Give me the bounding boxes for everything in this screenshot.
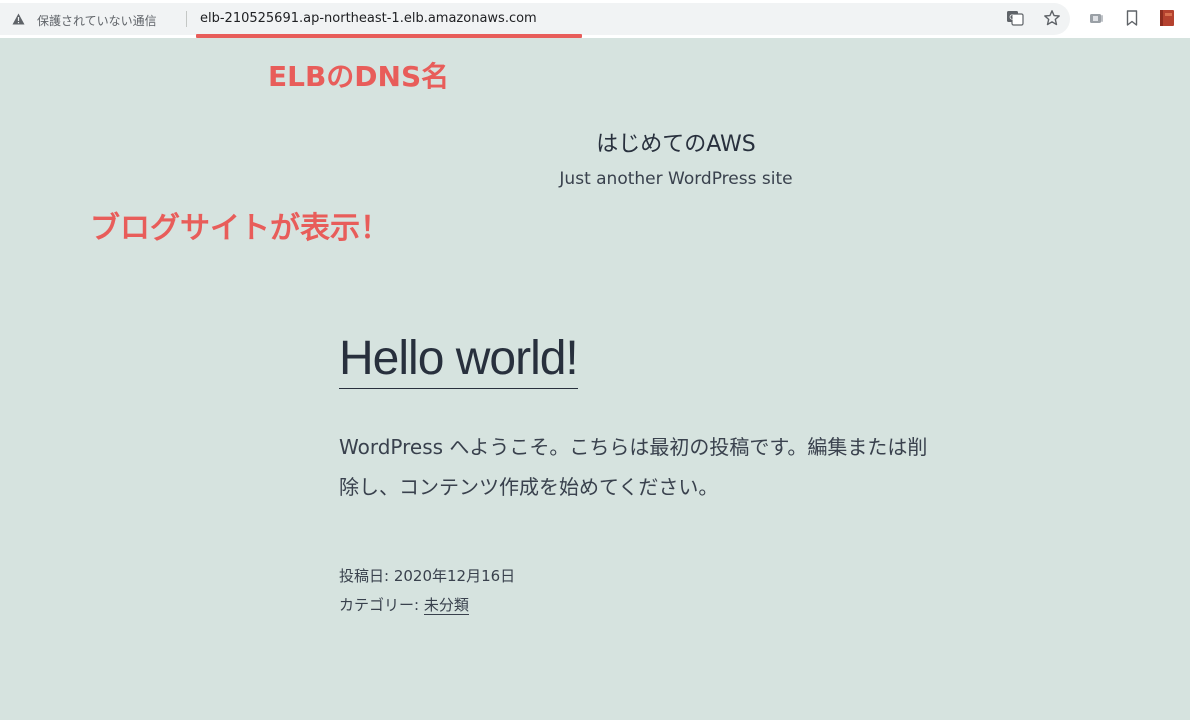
category-label: カテゴリー:	[339, 596, 424, 614]
category-link[interactable]: 未分類	[423, 596, 469, 615]
post-content: WordPress へようこそ。こちらは最初の投稿です。編集または削 除し、コン…	[339, 427, 1009, 507]
bookmark-icon[interactable]	[1123, 9, 1141, 27]
svg-text:G: G	[1009, 14, 1014, 22]
security-status-label[interactable]: 保護されていない通信	[37, 12, 157, 29]
star-icon[interactable]	[1043, 9, 1061, 27]
post-content-line-2: 除し、コンテンツ作成を始めてください。	[339, 475, 719, 499]
url-text[interactable]: elb-210525691.ap-northeast-1.elb.amazona…	[200, 11, 537, 26]
posted-on: 投稿日: 2020年12月16日	[339, 562, 515, 591]
post-meta: 投稿日: 2020年12月16日 カテゴリー: 未分類	[339, 562, 515, 620]
address-bar[interactable]: 保護されていない通信 elb-210525691.ap-northeast-1.…	[0, 3, 1070, 35]
post-content-line-1: WordPress へようこそ。こちらは最初の投稿です。編集または削	[339, 435, 928, 459]
url-separator	[186, 11, 187, 27]
url-highlight-underline	[196, 34, 582, 38]
warning-icon[interactable]	[12, 13, 25, 25]
extension-icon[interactable]	[1087, 9, 1105, 27]
annotation-blog-displayed: ブログサイトが表示！	[90, 211, 390, 246]
translate-icon[interactable]: G	[1006, 9, 1024, 27]
browser-toolbar: 保護されていない通信 elb-210525691.ap-northeast-1.…	[0, 0, 1190, 38]
posted-on-date[interactable]: 2020年12月16日	[394, 567, 515, 585]
annotation-elb-dns: ELBのDNS名	[268, 60, 450, 93]
site-description: Just another WordPress site	[559, 169, 793, 189]
site-title[interactable]: はじめてのAWS	[0, 126, 1190, 158]
post-category: カテゴリー: 未分類	[339, 591, 515, 620]
posted-on-label: 投稿日:	[339, 567, 394, 585]
post-title-link[interactable]: Hello world!	[339, 330, 579, 389]
profile-icon[interactable]	[1158, 9, 1176, 27]
